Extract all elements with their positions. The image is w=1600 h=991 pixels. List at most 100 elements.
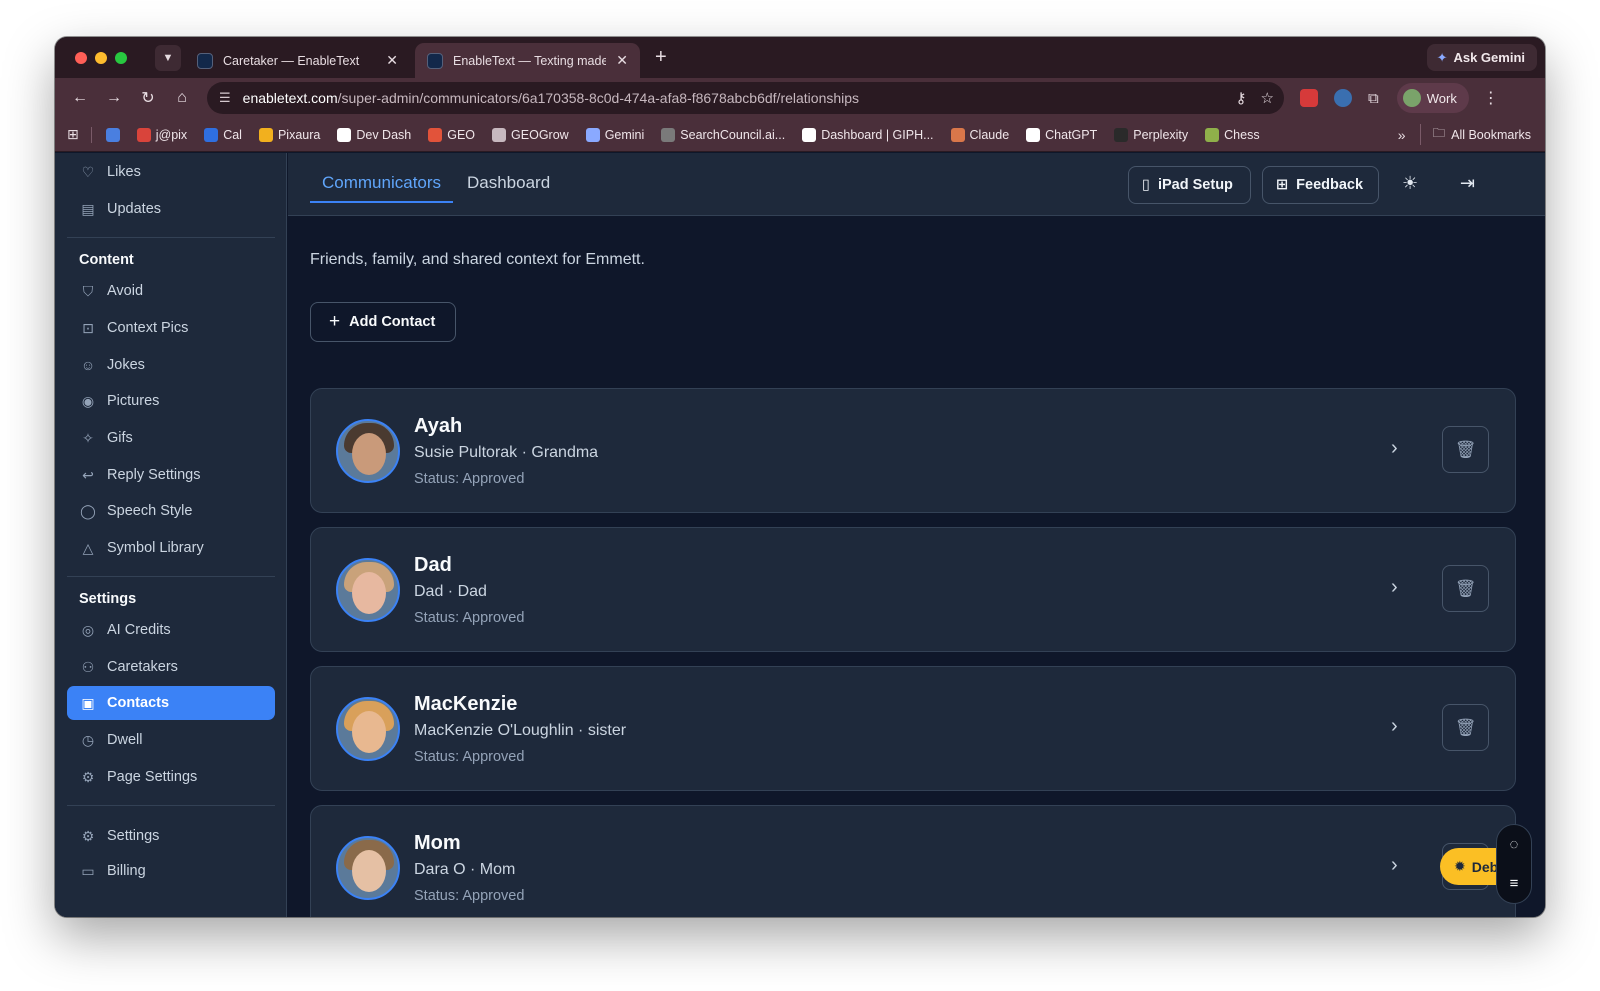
bookmark-label: SearchCouncil.ai... [680, 127, 786, 142]
add-contact-button[interactable]: + Add Contact [310, 302, 456, 342]
sidebar-item-billing[interactable]: ▭ Billing [67, 854, 275, 888]
window-controls [75, 51, 127, 64]
sidebar-item-caretakers[interactable]: ⚇ Caretakers [67, 650, 275, 684]
bookmark-favicon-icon [492, 127, 507, 142]
bookmark-label: ChatGPT [1045, 127, 1098, 142]
close-tab-icon[interactable]: ✕ [386, 52, 398, 69]
browser-tab-active[interactable]: EnableText — Texting made e ✕ [415, 43, 640, 78]
sidebar-item-contacts[interactable]: ▣ Contacts [67, 686, 275, 720]
ask-gemini-button[interactable]: ✦ Ask Gemini [1426, 44, 1537, 71]
bookmark-item[interactable]: Chess [1205, 127, 1260, 142]
contact-name: Dad [414, 554, 452, 576]
ipad-setup-button[interactable]: ▯ iPad Setup [1128, 166, 1251, 204]
back-arrow-icon[interactable]: ← [63, 89, 97, 107]
close-window-button[interactable] [75, 51, 87, 64]
sidebar-item-speech-style[interactable]: ◯ Speech Style [67, 494, 275, 528]
sidebar-item-settings[interactable]: ⚙ Settings [67, 819, 275, 853]
bookmark-label: Gemini [604, 127, 645, 142]
sidebar-item-page-settings[interactable]: ⚙ Page Settings [67, 760, 275, 794]
smile-icon: ☺ [80, 357, 96, 373]
browser-toolbar: ← → ↻ ⌂ ☰ enabletext.com/super-admin/com… [55, 78, 1545, 118]
sidebar-item-label: AI Credits [107, 622, 171, 638]
bookmark-item[interactable]: j@pix [136, 127, 187, 142]
more-bookmarks-icon[interactable]: » [1398, 127, 1406, 143]
sidebar-item-gifs[interactable]: ✧ Gifs [67, 421, 275, 455]
bookmark-label: GEO [447, 127, 476, 142]
all-bookmarks-button[interactable]: 🗀 All Bookmarks [1419, 124, 1531, 145]
address-bar[interactable]: ☰ enabletext.com/super-admin/communicato… [207, 82, 1284, 114]
bookmark-label: Claude [969, 127, 1010, 142]
contact-card[interactable]: MacKenzie MacKenzie O'Loughlin · sister … [310, 666, 1516, 791]
sidebar-item-likes[interactable]: ♡ Likes [67, 155, 275, 189]
more-menu-icon[interactable]: ⋮ [1483, 88, 1499, 108]
tab-communicators[interactable]: Communicators [310, 167, 454, 203]
bookmark-item[interactable]: Cal [204, 127, 242, 142]
forward-arrow-icon[interactable]: → [97, 89, 131, 107]
url-text[interactable]: enabletext.com/super-admin/communicators… [243, 90, 1222, 106]
bookmark-item[interactable]: Perplexity [1114, 127, 1188, 142]
maximize-window-button[interactable] [115, 51, 127, 64]
extensions-puzzle-icon[interactable]: ⧉ [1368, 90, 1379, 107]
contact-card[interactable]: Ayah Susie Pultorak · Grandma Status: Ap… [310, 388, 1516, 513]
home-icon[interactable]: ⌂ [165, 89, 199, 107]
feedback-button[interactable]: ⊞ Feedback [1262, 166, 1379, 204]
extension-icon[interactable] [1334, 89, 1352, 107]
chevron-right-icon[interactable]: › [1391, 437, 1398, 460]
sidebar-item-pictures[interactable]: ◉ Pictures [67, 384, 275, 418]
bookmark-item[interactable]: Claude [950, 127, 1010, 142]
site-info-icon[interactable]: ☰ [219, 90, 231, 106]
chevron-right-icon[interactable]: › [1391, 576, 1398, 599]
menu-icon[interactable]: ≡ [1510, 875, 1519, 892]
delete-contact-button[interactable]: 🗑 [1442, 426, 1489, 473]
trash-icon: 🗑 [1454, 578, 1477, 598]
close-tab-icon[interactable]: ✕ [616, 52, 628, 69]
sidebar-item-dwell[interactable]: ◷ Dwell [67, 723, 275, 757]
tab-search-button[interactable]: ▼ [155, 44, 181, 71]
bookmark-item[interactable]: Gemini [585, 127, 645, 142]
bookmark-item[interactable]: GEO [428, 127, 476, 142]
contact-card[interactable]: Dad Dad · Dad Status: Approved › 🗑 [310, 527, 1516, 652]
browser-tab[interactable]: Caretaker — EnableText ✕ [185, 43, 410, 78]
sidebar-item-context-pics[interactable]: ⊡ Context Pics [67, 311, 275, 345]
minimize-window-button[interactable] [95, 51, 107, 64]
tab-dashboard[interactable]: Dashboard [455, 167, 562, 201]
reload-icon[interactable]: ↻ [131, 88, 165, 108]
bookmark-item[interactable]: ChatGPT [1026, 127, 1098, 142]
extension-icon[interactable] [1300, 89, 1318, 107]
contact-card[interactable]: Mom Dara O · Mom Status: Approved › 🗑 [310, 805, 1516, 917]
avatar-face [352, 433, 386, 475]
chevron-right-icon[interactable]: › [1391, 715, 1398, 738]
sun-theme-toggle-icon[interactable]: ☀ [1402, 173, 1418, 194]
star-bookmark-icon[interactable]: ☆ [1261, 89, 1274, 107]
sidebar-item-reply-settings[interactable]: ↩ Reply Settings [67, 458, 275, 492]
chat-bubble-icon[interactable]: ◌ [1510, 836, 1519, 853]
contact-book-icon: ▣ [81, 694, 95, 711]
sidebar-item-jokes[interactable]: ☺ Jokes [67, 348, 275, 382]
ask-gemini-label: Ask Gemini [1453, 50, 1525, 65]
avatar [336, 697, 400, 761]
sidebar-item-ai-credits[interactable]: ◎ AI Credits [67, 613, 275, 647]
bookmark-item[interactable]: Dev Dash [337, 127, 411, 142]
new-tab-button[interactable]: + [655, 46, 667, 69]
contact-name: MacKenzie [414, 693, 518, 715]
bookmark-item[interactable]: Dashboard | GIPH... [802, 127, 934, 142]
delete-contact-button[interactable]: 🗑 [1442, 565, 1489, 612]
contact-status: Status: Approved [414, 471, 525, 487]
sidebar-item-updates[interactable]: ▤ Updates [67, 192, 275, 226]
bookmark-item[interactable]: SearchCouncil.ai... [661, 127, 786, 142]
bookmark-item[interactable]: Pixaura [258, 127, 320, 142]
profile-chip[interactable]: Work [1396, 83, 1469, 113]
apps-grid-icon[interactable]: ⊞ [67, 126, 79, 143]
key-icon[interactable]: ⚷ [1236, 89, 1247, 107]
bookmark-item[interactable] [105, 127, 120, 142]
logout-icon[interactable]: ⇥ [1460, 173, 1475, 194]
divider [67, 576, 275, 577]
sidebar-item-label: Settings [107, 828, 160, 844]
delete-contact-button[interactable]: 🗑 [1442, 704, 1489, 751]
sidebar-item-symbol-library[interactable]: △ Symbol Library [67, 531, 275, 565]
avatar [336, 836, 400, 900]
sidebar-item-avoid[interactable]: ⛉ Avoid [67, 274, 275, 308]
chevron-right-icon[interactable]: › [1391, 854, 1398, 877]
divider [90, 126, 92, 143]
bookmark-item[interactable]: GEOGrow [492, 127, 569, 142]
